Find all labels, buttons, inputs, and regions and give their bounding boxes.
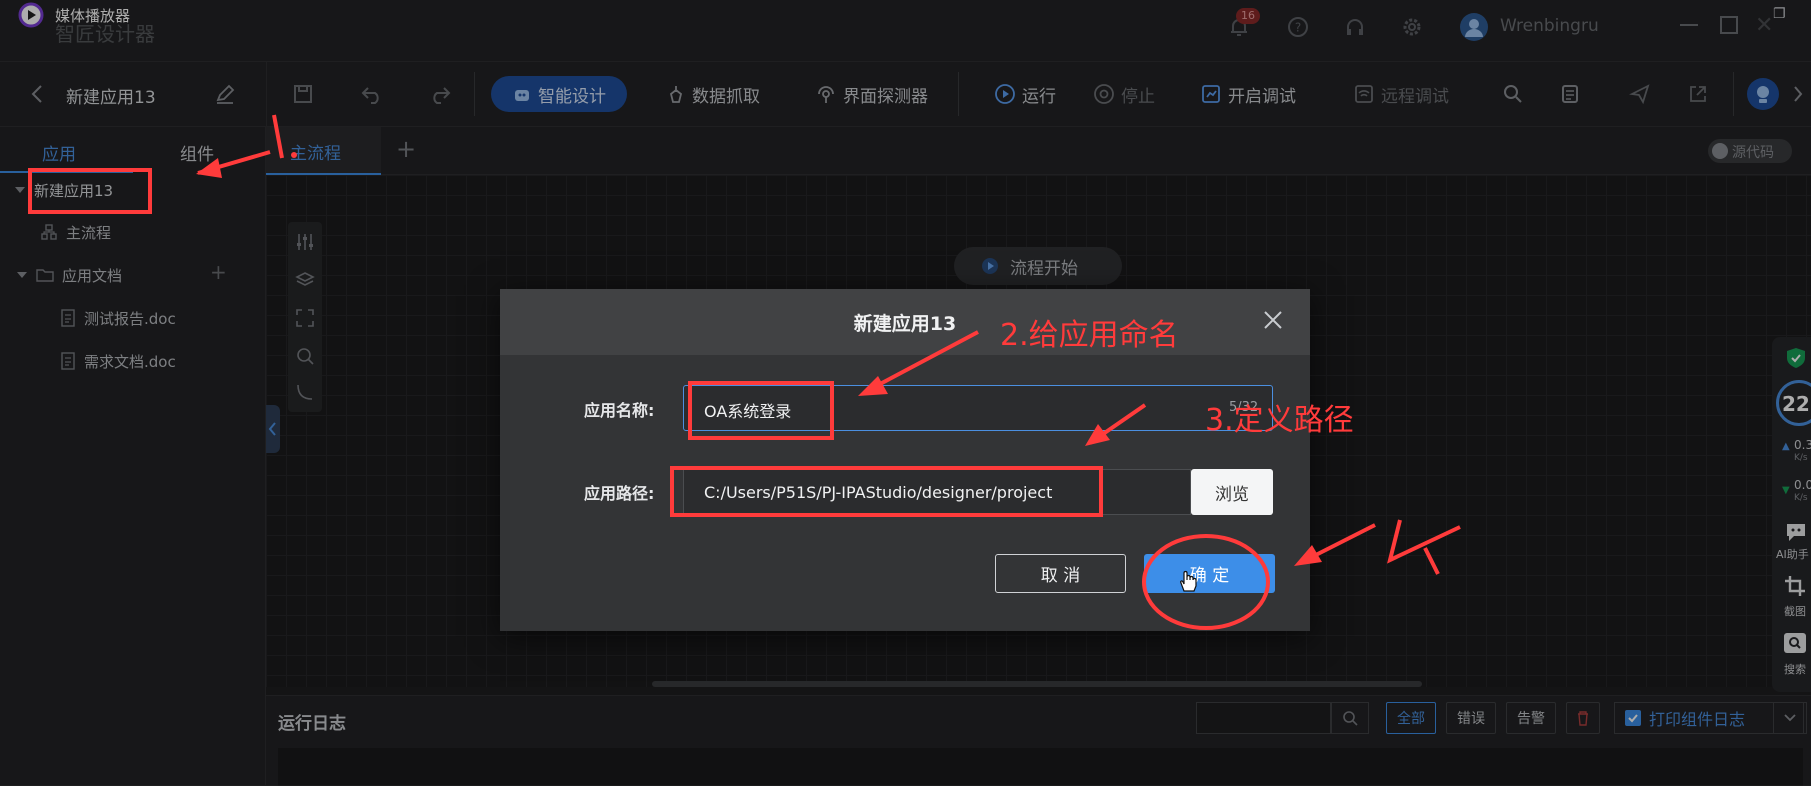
close-icon[interactable]: [1262, 309, 1284, 331]
app-name-input[interactable]: OA系统登录 5/32: [683, 385, 1273, 431]
app-path-label: 应用路径:: [584, 484, 655, 503]
app-path-input[interactable]: C:/Users/P51S/PJ-IPAStudio/designer/proj…: [683, 469, 1191, 515]
browse-button[interactable]: 浏览: [1191, 469, 1273, 515]
hand-cursor-icon: [1178, 569, 1198, 593]
app-name-label: 应用名称:: [584, 401, 655, 420]
app-name-counter: 5/32: [1229, 400, 1259, 415]
dialog-header: 新建应用13: [500, 289, 1310, 355]
app-name-value: OA系统登录: [704, 402, 792, 421]
cancel-button[interactable]: 取 消: [995, 554, 1126, 593]
app-path-value: C:/Users/P51S/PJ-IPAStudio/designer/proj…: [704, 483, 1053, 502]
confirm-button[interactable]: 确 定: [1144, 554, 1275, 593]
new-app-dialog: 新建应用13 应用名称: OA系统登录 5/32 应用路径: C:/Users/…: [500, 289, 1310, 631]
dialog-title: 新建应用13: [853, 313, 957, 335]
